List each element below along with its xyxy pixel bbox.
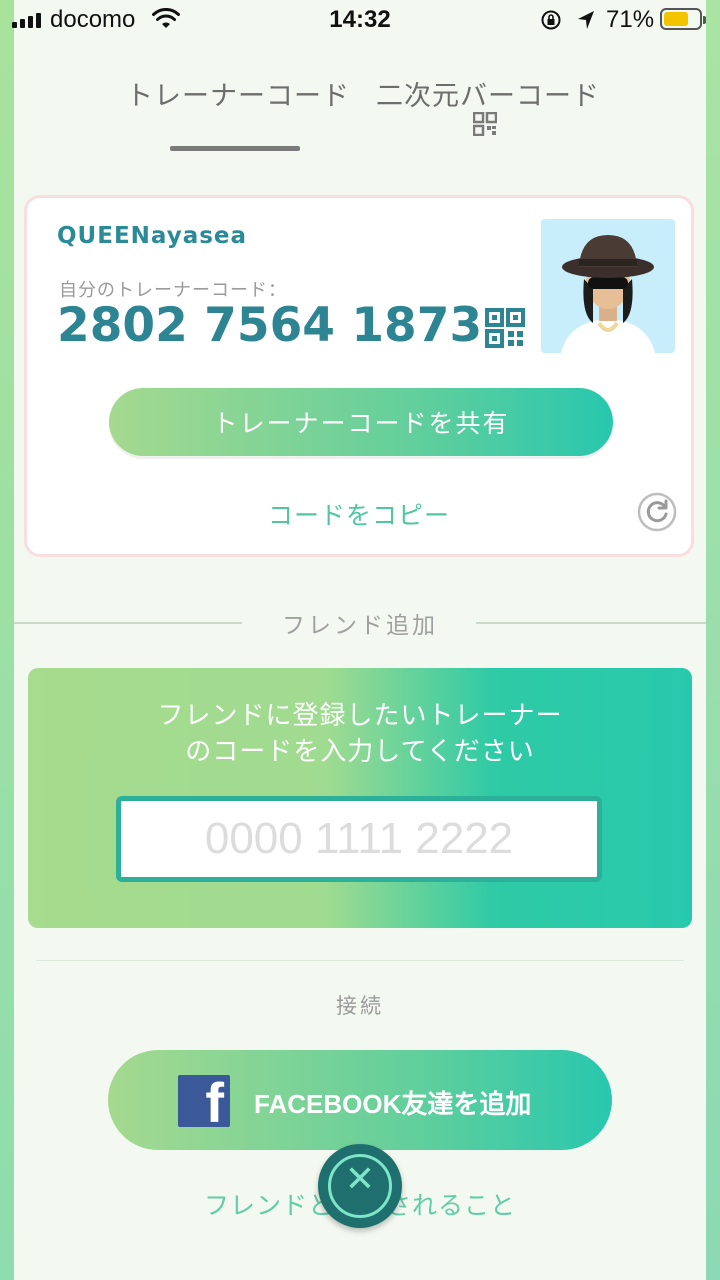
- battery-percent: 71%: [606, 6, 655, 33]
- left-edge-decoration: [0, 0, 14, 1280]
- active-tab-indicator: [170, 146, 300, 151]
- add-facebook-friends-button[interactable]: f FACEBOOK友達を追加: [108, 1050, 612, 1150]
- friend-code-input[interactable]: [116, 796, 602, 882]
- facebook-button-label: FACEBOOK友達を追加: [254, 1089, 532, 1119]
- tab-trainer-code[interactable]: トレーナーコード: [126, 74, 350, 113]
- right-edge-decoration: [706, 0, 720, 1280]
- add-friend-title: フレンド追加: [282, 613, 438, 639]
- trainer-avatar: [541, 219, 675, 353]
- add-friend-prompt: フレンドに登録したいトレーナーのコードを入力してください: [157, 701, 563, 767]
- close-icon: ✕: [344, 1159, 376, 1200]
- trainer-name: QUEENayasea: [57, 223, 248, 249]
- section-divider: [36, 960, 684, 961]
- share-trainer-code-button[interactable]: トレーナーコードを共有: [109, 388, 613, 456]
- qr-code-icon[interactable]: [485, 308, 525, 348]
- close-button[interactable]: ✕: [318, 1144, 402, 1228]
- copy-code-link[interactable]: コードをコピー: [27, 496, 691, 532]
- orientation-lock-icon: [541, 10, 561, 30]
- battery-icon: [660, 8, 706, 30]
- facebook-icon: f: [178, 1075, 230, 1127]
- trainer-card: QUEENayasea 自分のトレーナーコード： 2802 7564 1873 …: [24, 195, 694, 557]
- qr-code-icon[interactable]: [473, 112, 497, 136]
- connect-title: 接続: [336, 994, 384, 1018]
- trainer-code-value: 2802 7564 1873: [57, 298, 483, 353]
- location-arrow-icon: [578, 11, 594, 29]
- refresh-icon[interactable]: [637, 492, 677, 532]
- status-bar: docomo 14:32 71%: [0, 0, 720, 40]
- avatar-illustration: [541, 219, 675, 353]
- add-friend-panel: フレンドに登録したいトレーナーのコードを入力してください: [28, 668, 692, 928]
- tab-qr-code[interactable]: 二次元バーコード: [376, 74, 600, 113]
